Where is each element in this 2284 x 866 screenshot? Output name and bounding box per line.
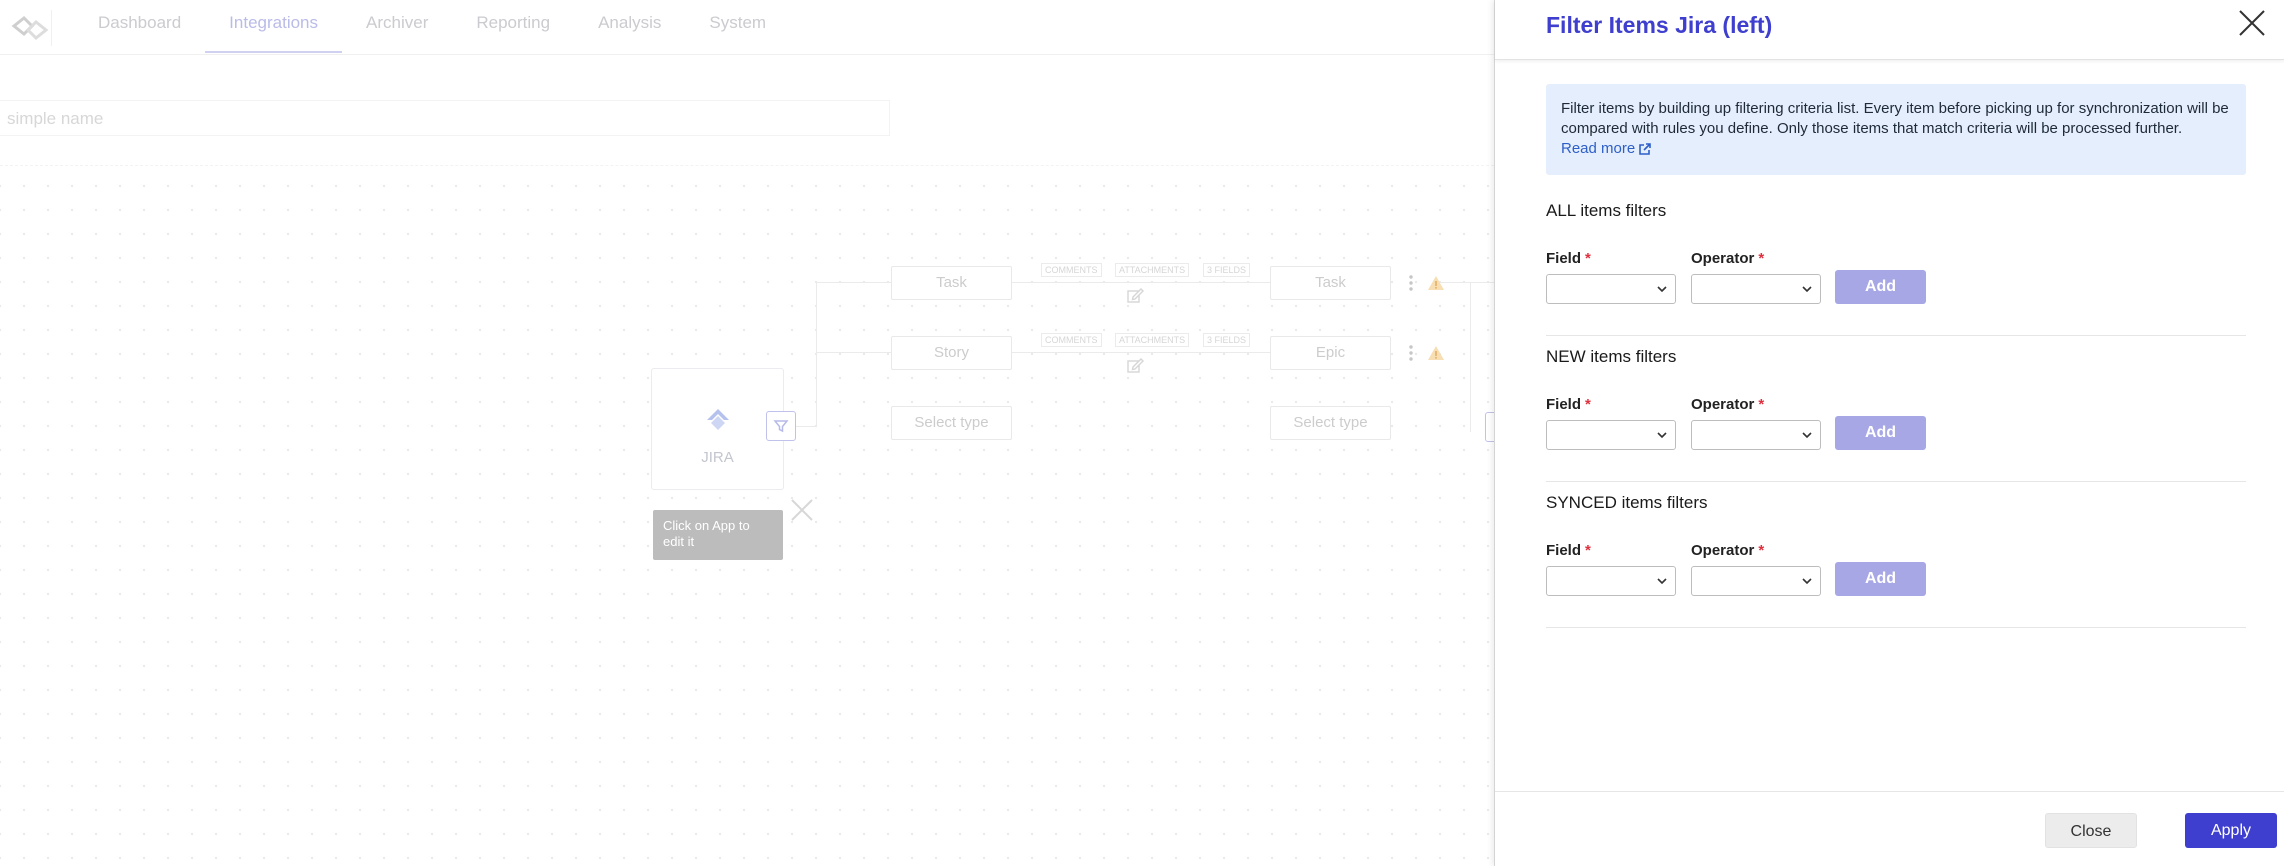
chevron-down-icon [1802,578,1812,585]
field-select[interactable] [1546,274,1676,304]
external-link-icon [1639,143,1652,155]
read-more-label: Read more [1561,140,1636,157]
chevron-down-icon [1802,286,1812,293]
section-title: NEW items filters [1546,347,1677,366]
operator-select[interactable] [1691,566,1821,596]
apply-button[interactable]: Apply [2185,813,2277,848]
filter-section-all: ALL items filters Field * Operator * Add [1546,190,2246,336]
field-select[interactable] [1546,420,1676,450]
panel-footer: Close Apply [1495,791,2284,866]
chevron-down-icon [1657,578,1667,585]
filter-section-new: NEW items filters Field * Operator * Add [1546,336,2246,482]
info-text: Filter items by building up filtering cr… [1561,100,2229,137]
add-filter-button[interactable]: Add [1835,416,1926,450]
filter-items-panel: Filter Items Jira (left) Filter items by… [1494,0,2284,866]
operator-label: Operator * [1691,250,1765,267]
close-icon[interactable] [2237,8,2267,38]
field-select[interactable] [1546,566,1676,596]
chevron-down-icon [1657,286,1667,293]
read-more-link[interactable]: Read more [1561,139,1652,159]
operator-select[interactable] [1691,420,1821,450]
close-button[interactable]: Close [2045,813,2137,848]
modal-overlay[interactable] [0,0,1494,866]
operator-label: Operator * [1691,542,1765,559]
section-title: SYNCED items filters [1546,493,1708,512]
operator-select[interactable] [1691,274,1821,304]
field-label: Field * [1546,250,1591,267]
section-title: ALL items filters [1546,201,1667,220]
panel-title: Filter Items Jira (left) [1546,12,1773,38]
operator-label: Operator * [1691,396,1765,413]
chevron-down-icon [1657,432,1667,439]
chevron-down-icon [1802,432,1812,439]
info-box: Filter items by building up filtering cr… [1546,84,2246,175]
add-filter-button[interactable]: Add [1835,562,1926,596]
add-filter-button[interactable]: Add [1835,270,1926,304]
field-label: Field * [1546,396,1591,413]
field-label: Field * [1546,542,1591,559]
filter-section-synced: SYNCED items filters Field * Operator * Ad… [1546,482,2246,628]
panel-header: Filter Items Jira (left) [1495,0,2284,60]
